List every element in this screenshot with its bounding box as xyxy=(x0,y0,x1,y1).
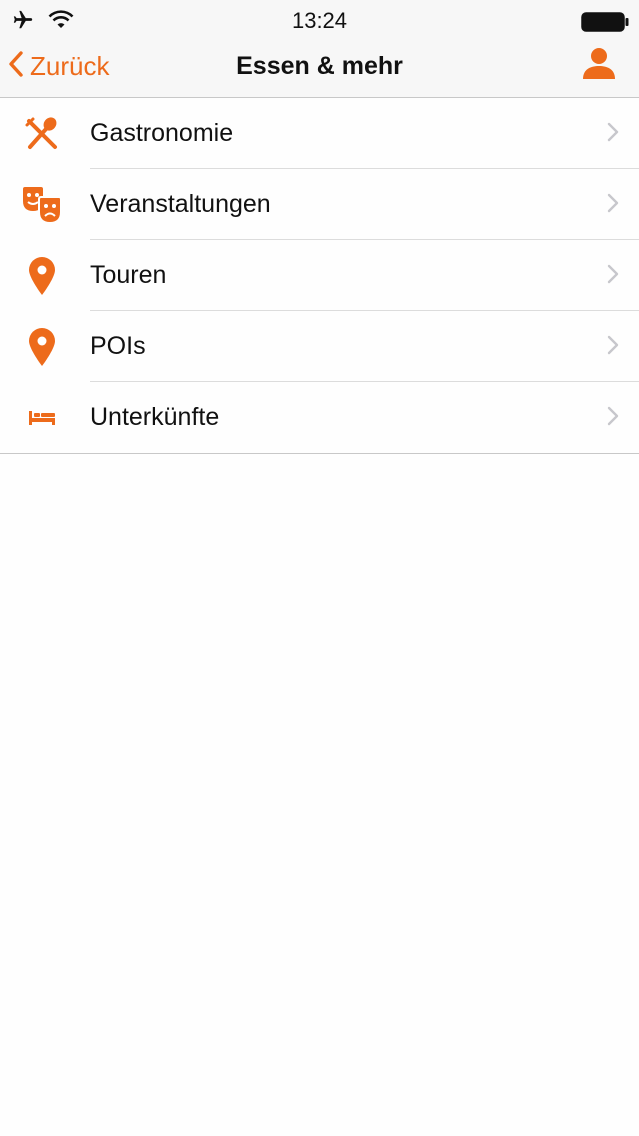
back-button[interactable]: Zurück xyxy=(8,50,109,82)
back-label: Zurück xyxy=(30,50,110,81)
chevron-right-icon xyxy=(607,406,619,431)
chevron-right-icon xyxy=(607,193,619,218)
status-time: 13:24 xyxy=(291,8,348,33)
list-item-label: Gastronomie xyxy=(90,119,234,147)
cutlery-icon xyxy=(20,112,64,156)
list-item-label: POIs xyxy=(90,332,146,360)
chevron-right-icon xyxy=(607,122,619,147)
list-item-touren[interactable]: Touren xyxy=(0,240,639,311)
bed-icon xyxy=(20,396,64,440)
list-item-veranstaltungen[interactable]: Veranstaltungen xyxy=(0,169,639,240)
map-pin-icon xyxy=(20,254,64,298)
chevron-right-icon xyxy=(607,264,619,289)
list-item-pois[interactable]: POIs xyxy=(0,311,639,382)
list-item-label: Touren xyxy=(90,261,167,289)
list-item-label: Unterkünfte xyxy=(90,403,220,431)
status-bar: 13:24 xyxy=(0,0,639,40)
profile-button[interactable] xyxy=(581,45,617,81)
person-icon xyxy=(581,48,617,85)
category-list: Gastronomie Veranstaltungen Touren POIs … xyxy=(0,98,639,454)
navigation-bar: Zurück Essen & mehr xyxy=(0,40,639,96)
map-pin-icon xyxy=(20,325,64,369)
theater-masks-icon xyxy=(20,183,64,227)
chevron-right-icon xyxy=(607,335,619,360)
top-bar: 13:24 Zurück Essen & mehr xyxy=(0,0,639,98)
list-item-label: Veranstaltungen xyxy=(90,190,271,218)
list-item-unterkuenfte[interactable]: Unterkünfte xyxy=(0,382,639,453)
chevron-left-icon xyxy=(8,50,24,83)
list-item-gastronomie[interactable]: Gastronomie xyxy=(0,98,639,169)
battery-icon xyxy=(581,12,629,37)
